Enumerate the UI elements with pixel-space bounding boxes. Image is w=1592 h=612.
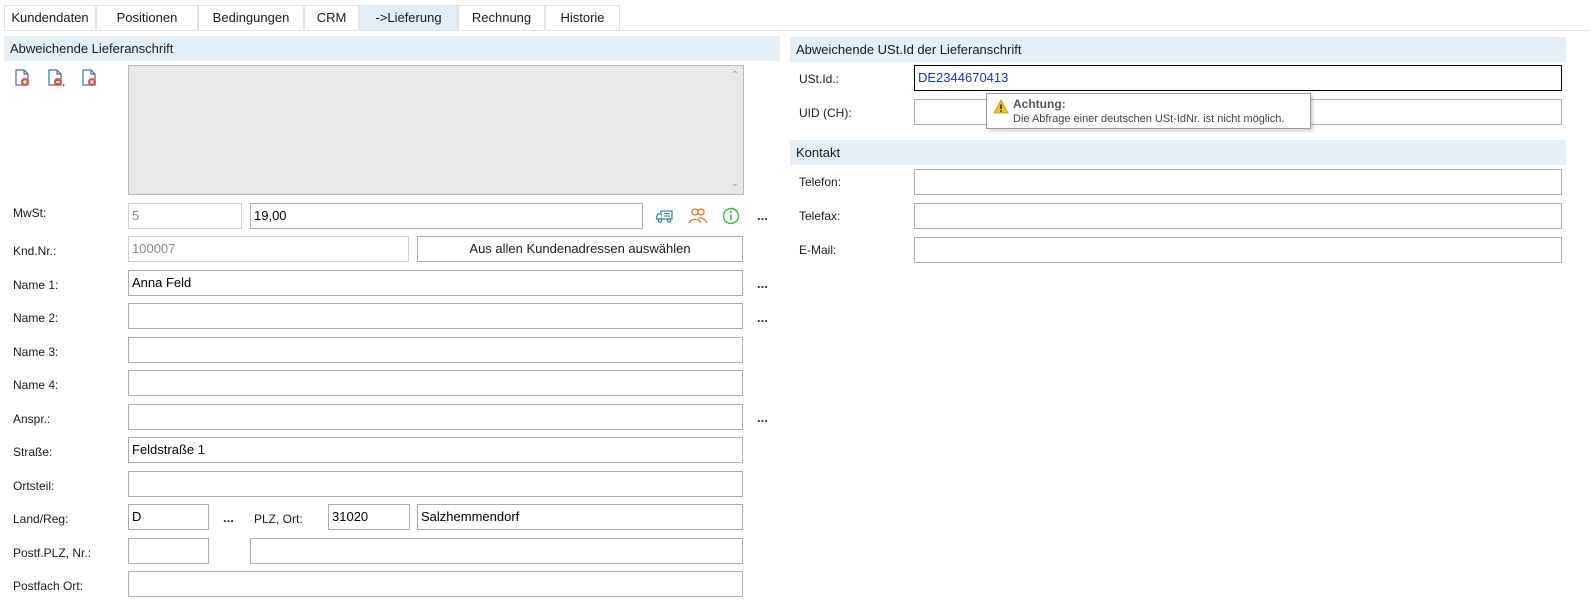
name1-field[interactable]: Anna Feld [128,270,743,296]
telefon-label: Telefon: [799,175,842,189]
postfach-label: Postf.PLZ, Nr.: [13,546,92,560]
name1-label: Name 1: [13,278,59,292]
memo-scrollbar[interactable]: ⌃ ⌄ [727,66,743,194]
contacts-icon[interactable] [688,206,708,226]
tab-historie[interactable]: Historie [545,5,620,31]
uid-ch-label: UID (CH): [799,106,852,120]
postfach-nr-field[interactable] [250,538,743,564]
postfach-plz-field[interactable] [128,538,209,564]
ustid-header: Abweichende USt.Id der Lieferanschrift [790,37,1566,62]
ort-field[interactable]: Salzhemmendorf [417,504,743,530]
telefax-field[interactable] [914,203,1562,229]
name2-more-button[interactable]: ... [757,311,768,324]
name4-label: Name 4: [13,378,59,392]
document-add-icon[interactable] [13,68,33,88]
address-preview-memo[interactable]: ⌃ ⌄ [128,65,744,195]
tab-lieferung[interactable]: ->Lieferung [359,5,458,31]
mwst-rate-field[interactable]: 19,00 [250,203,643,229]
document-copy-icon[interactable] [46,68,66,88]
strasse-field[interactable]: Feldstraße 1 [128,437,743,463]
postfach-ort-label: Postfach Ort: [13,579,84,593]
plz-field[interactable]: 31020 [328,504,410,530]
telefon-field[interactable] [914,169,1562,195]
mwst-code-field[interactable]: 5 [128,203,242,229]
tooltip-text: Die Abfrage einer deutschen USt-IdNr. is… [1013,113,1285,125]
lieferanschrift-header: Abweichende Lieferanschrift [4,36,780,61]
tab-crm[interactable]: CRM [304,5,359,31]
email-label: E-Mail: [799,243,837,257]
strasse-label: Straße: [13,445,53,459]
plz-ort-label: PLZ, Ort: [254,512,303,526]
tab-bedingungen[interactable]: Bedingungen [198,5,304,31]
name3-label: Name 3: [13,345,59,359]
land-more-button[interactable]: ... [223,511,234,524]
kontakt-header: Kontakt [790,140,1566,165]
postfach-ort-field[interactable] [128,571,743,597]
delivery-truck-icon[interactable] [655,206,675,226]
name2-field[interactable] [128,303,743,329]
tab-positionen[interactable]: Positionen [96,5,198,31]
kundennr-field[interactable]: 100007 [128,236,409,262]
name2-label: Name 2: [13,311,59,325]
warning-icon [993,99,1009,117]
tab-rechnung[interactable]: Rechnung [458,5,545,31]
ustid-field[interactable]: DE2344670413 [914,65,1562,91]
ansprechpartner-label: Anspr.: [13,412,51,426]
ustid-warning-tooltip: Achtung: Die Abfrage einer deutschen USt… [986,93,1311,129]
name4-field[interactable] [128,370,743,396]
select-customer-address-button[interactable]: Aus allen Kundenadressen auswählen [417,236,743,262]
name3-field[interactable] [128,337,743,363]
mwst-label: MwSt: [13,206,47,220]
land-label: Land/Reg: [13,512,69,526]
ortsteil-label: Ortsteil: [13,479,55,493]
chevron-down-icon[interactable]: ⌄ [730,179,740,189]
info-icon[interactable] [721,206,741,226]
email-field[interactable] [914,237,1562,263]
ustid-label: USt.Id.: [799,72,840,86]
tooltip-title: Achtung: [1013,97,1066,111]
tab-divider [4,30,1590,31]
name1-more-button[interactable]: ... [757,277,768,290]
kundennr-label: Knd.Nr.: [13,244,57,258]
tab-kundendaten[interactable]: Kundendaten [4,5,96,31]
ansprechpartner-more-button[interactable]: ... [757,411,768,424]
mwst-more-button[interactable]: ... [757,209,768,222]
document-delete-icon[interactable] [80,68,100,88]
ansprechpartner-field[interactable] [128,404,743,430]
land-field[interactable]: D [128,504,209,530]
chevron-up-icon[interactable]: ⌃ [730,71,740,81]
telefax-label: Telefax: [799,209,841,223]
ortsteil-field[interactable] [128,471,743,497]
